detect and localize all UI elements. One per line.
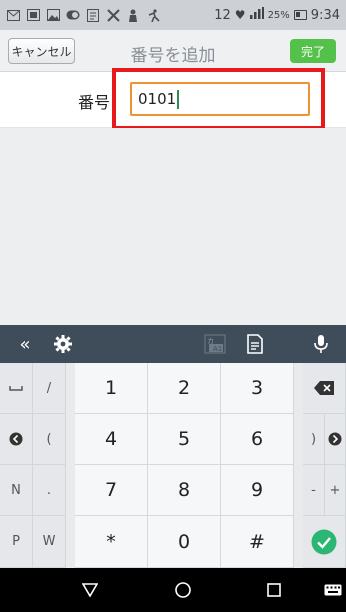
back-icon[interactable] (70, 568, 110, 612)
location-icon: ♥ (234, 8, 246, 22)
signal-icon (249, 7, 264, 23)
done-button[interactable]: 完了 (290, 39, 336, 63)
memo-icon (86, 8, 100, 22)
person-icon (126, 8, 140, 22)
microphone-icon[interactable] (310, 333, 332, 355)
key-asterisk[interactable]: * (75, 516, 148, 568)
notification-count: 12 (214, 7, 231, 23)
home-icon[interactable] (163, 568, 203, 612)
enter-key[interactable] (303, 516, 346, 568)
keyboard-toolbar: « カ A1 (0, 325, 346, 363)
kana-conversion-icon[interactable]: カ A1 (203, 333, 227, 355)
cancel-button[interactable]: キャンセル (8, 38, 75, 64)
backspace-key[interactable] (303, 363, 346, 414)
key-p[interactable]: P (0, 516, 33, 568)
key-period[interactable]: . (33, 465, 66, 516)
key-n[interactable]: N (0, 465, 33, 516)
key-7[interactable]: 7 (75, 465, 148, 516)
battery-percent: 25% (267, 9, 290, 21)
empty-content-area (0, 128, 346, 325)
key-9[interactable]: 9 (221, 465, 294, 516)
svg-text:カ: カ (207, 337, 214, 345)
key-5[interactable]: 5 (148, 414, 221, 465)
key-cursor-left[interactable] (0, 414, 33, 465)
navigation-bar (0, 568, 346, 612)
key-plus[interactable]: + (325, 465, 346, 516)
key-3[interactable]: 3 (221, 363, 294, 414)
clipboard-icon[interactable] (244, 333, 266, 355)
image-icon (26, 8, 40, 22)
key-slash[interactable]: / (33, 363, 66, 414)
settings-icon[interactable] (52, 334, 74, 354)
number-label: 番号 (78, 93, 111, 112)
battery-icon (293, 10, 307, 20)
screen: 12 ♥ 25% 9:34 キャンセル 番号を追加 完了 番号 0101 « カ… (0, 0, 346, 612)
numeric-keyboard: / ( N . P W 1 2 3 4 5 6 7 8 9 * 0 # ) - … (0, 363, 346, 568)
status-right: 12 ♥ 25% 9:34 (210, 7, 340, 23)
collapse-keyboard-button[interactable]: « (14, 334, 36, 355)
key-w[interactable]: W (33, 516, 66, 568)
key-hash[interactable]: # (221, 516, 294, 568)
key-2[interactable]: 2 (148, 363, 221, 414)
mail-icon (6, 8, 20, 22)
recent-apps-icon[interactable] (254, 568, 294, 612)
svg-text:A1: A1 (213, 345, 222, 353)
tools-icon (106, 8, 120, 22)
key-8[interactable]: 8 (148, 465, 221, 516)
key-minus[interactable]: - (303, 465, 325, 516)
toggle-icon (66, 8, 80, 22)
keyboard-switch-icon[interactable] (320, 568, 346, 612)
key-cursor-right[interactable] (325, 414, 346, 465)
key-space[interactable] (0, 363, 33, 414)
key-6[interactable]: 6 (221, 414, 294, 465)
key-4[interactable]: 4 (75, 414, 148, 465)
photo-icon (46, 8, 60, 22)
clock: 9:34 (310, 7, 340, 23)
key-0[interactable]: 0 (148, 516, 221, 568)
key-open-paren[interactable]: ( (33, 414, 66, 465)
header: キャンセル 番号を追加 完了 (0, 30, 346, 72)
key-close-paren[interactable]: ) (303, 414, 325, 465)
accessibility-icon (146, 8, 160, 22)
key-1[interactable]: 1 (75, 363, 148, 414)
status-bar: 12 ♥ 25% 9:34 (0, 0, 346, 30)
highlight-box (112, 68, 325, 130)
